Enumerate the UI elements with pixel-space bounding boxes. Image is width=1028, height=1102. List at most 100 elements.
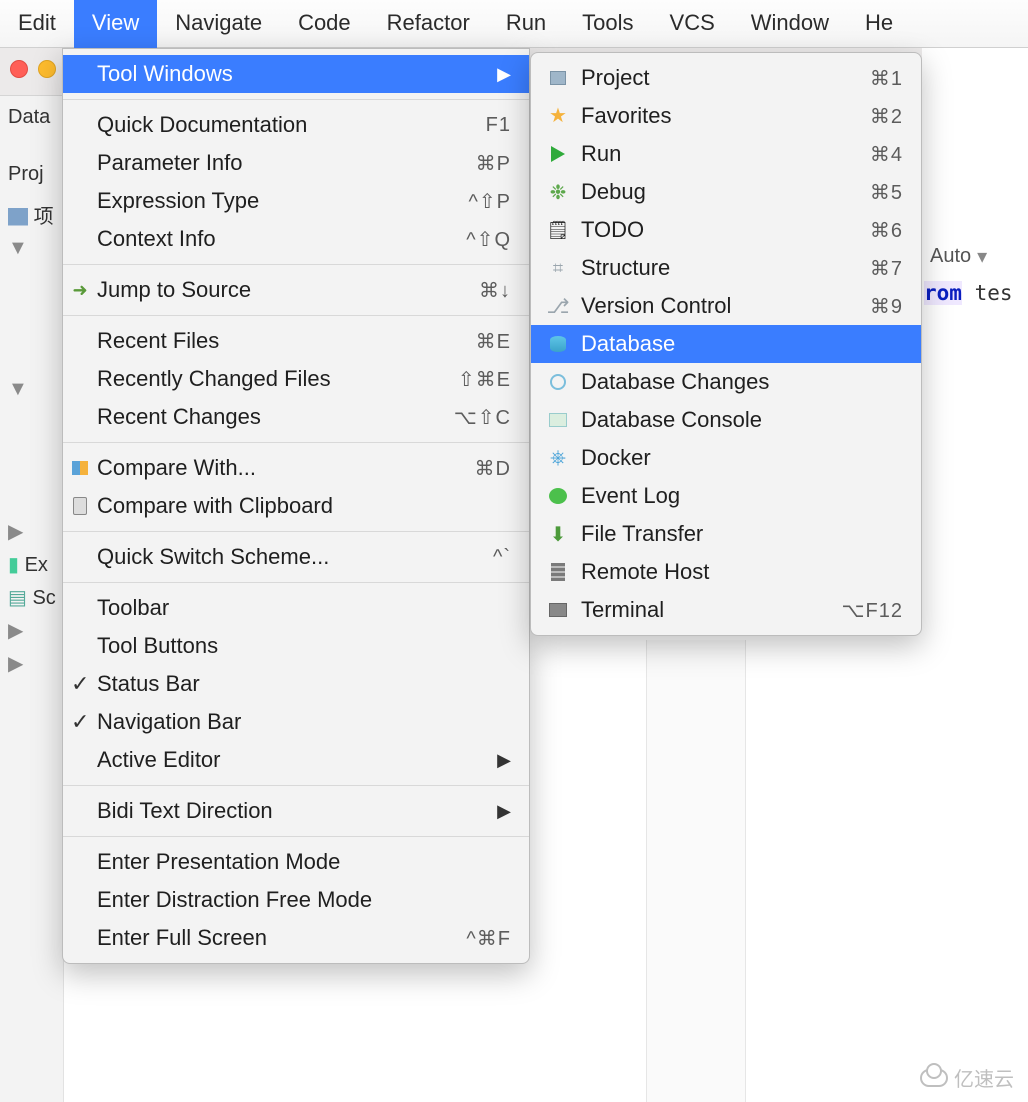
menuitem-status-bar[interactable]: ✓ Status Bar bbox=[63, 665, 529, 703]
project-sidebar: Data Proj ▇ 项 ▼ ▼ ▶ ▮ Ex ▤ Sc ▶ ▶ bbox=[0, 96, 64, 1102]
tree-item[interactable]: ▶ bbox=[0, 515, 63, 548]
menuitem-label: Enter Presentation Mode bbox=[97, 849, 511, 875]
docker-icon: ⎈ bbox=[547, 447, 569, 469]
submenu-debug[interactable]: ❉ Debug ⌘5 bbox=[531, 173, 921, 211]
menuitem-navigation-bar[interactable]: ✓ Navigation Bar bbox=[63, 703, 529, 741]
submenu-version-control[interactable]: ⎇ Version Control ⌘9 bbox=[531, 287, 921, 325]
tree-item[interactable]: ▶ bbox=[0, 647, 63, 680]
menuitem-enter-distraction-free-mode[interactable]: Enter Distraction Free Mode bbox=[63, 881, 529, 919]
menuitem-tool-buttons[interactable]: Tool Buttons bbox=[63, 627, 529, 665]
menu-code[interactable]: Code bbox=[280, 0, 369, 48]
menu-help[interactable]: He bbox=[847, 0, 911, 48]
clipboard-icon bbox=[69, 495, 91, 517]
schema-auto-label: Auto bbox=[930, 245, 971, 268]
shortcut: ^⇧Q bbox=[466, 227, 511, 252]
shortcut: ⌘5 bbox=[870, 180, 903, 205]
menu-view[interactable]: View bbox=[74, 0, 157, 48]
menuitem-context-info[interactable]: Context Info ^⇧Q bbox=[63, 220, 529, 258]
shortcut: ⌘6 bbox=[870, 218, 903, 243]
shortcut: ⌘D bbox=[475, 456, 511, 481]
menuitem-parameter-info[interactable]: Parameter Info ⌘P bbox=[63, 144, 529, 182]
menubar: Edit View Navigate Code Refactor Run Too… bbox=[0, 0, 1028, 48]
menuitem-jump-to-source[interactable]: ➜ Jump to Source ⌘↓ bbox=[63, 271, 529, 309]
event-log-icon bbox=[547, 485, 569, 507]
submenu-structure[interactable]: ⌗ Structure ⌘7 bbox=[531, 249, 921, 287]
minimize-icon[interactable] bbox=[38, 60, 56, 78]
menuitem-label: Database bbox=[581, 331, 903, 357]
submenu-database-console[interactable]: Database Console bbox=[531, 401, 921, 439]
menuitem-label: Quick Documentation bbox=[97, 112, 486, 138]
submenu-favorites[interactable]: ★ Favorites ⌘2 bbox=[531, 97, 921, 135]
menuitem-label: Parameter Info bbox=[97, 150, 476, 176]
menuitem-active-editor[interactable]: Active Editor ▶ bbox=[63, 741, 529, 779]
watermark: 亿速云 bbox=[920, 1063, 1014, 1092]
menuitem-label: Context Info bbox=[97, 226, 466, 252]
menuitem-recent-changes[interactable]: Recent Changes ⌥⇧C bbox=[63, 398, 529, 436]
structure-icon: ⌗ bbox=[547, 257, 569, 279]
shortcut: ^⇧P bbox=[469, 189, 511, 214]
submenu-project[interactable]: Project ⌘1 bbox=[531, 59, 921, 97]
file-transfer-icon: ⬇ bbox=[547, 523, 569, 545]
menuitem-quick-documentation[interactable]: Quick Documentation F1 bbox=[63, 106, 529, 144]
tree-item-label: 项 bbox=[34, 206, 54, 228]
schema-auto-dropdown[interactable]: Auto ▾ bbox=[922, 48, 1028, 273]
submenu-database-changes[interactable]: Database Changes bbox=[531, 363, 921, 401]
tree-item-ex[interactable]: ▮ Ex bbox=[0, 548, 63, 581]
tree-toggle[interactable]: ▼ bbox=[0, 233, 63, 264]
editor-right: Auto ▾ rom tes bbox=[922, 48, 1028, 313]
submenu-docker[interactable]: ⎈ Docker bbox=[531, 439, 921, 477]
todo-icon: 🗒 bbox=[547, 219, 569, 241]
menuitem-enter-full-screen[interactable]: Enter Full Screen ^⌘F bbox=[63, 919, 529, 957]
shortcut: F1 bbox=[486, 114, 511, 137]
database-icon bbox=[547, 333, 569, 355]
menu-separator bbox=[63, 315, 529, 316]
tree-item[interactable]: ▇ 项 bbox=[0, 196, 63, 233]
menuitem-recently-changed-files[interactable]: Recently Changed Files ⇧⌘E bbox=[63, 360, 529, 398]
shortcut: ⌘4 bbox=[870, 142, 903, 167]
sidebar-data-label[interactable]: Data bbox=[0, 102, 63, 133]
menu-navigate[interactable]: Navigate bbox=[157, 0, 280, 48]
editor-code-fragment: rom tes bbox=[922, 273, 1028, 313]
menu-refactor[interactable]: Refactor bbox=[369, 0, 488, 48]
menuitem-toolbar[interactable]: Toolbar bbox=[63, 589, 529, 627]
submenu-run[interactable]: Run ⌘4 bbox=[531, 135, 921, 173]
tree-item-sc[interactable]: ▤ Sc bbox=[0, 581, 63, 614]
menu-separator bbox=[63, 836, 529, 837]
menuitem-compare-clipboard[interactable]: Compare with Clipboard bbox=[63, 487, 529, 525]
shortcut: ⌘1 bbox=[870, 66, 903, 91]
menuitem-recent-files[interactable]: Recent Files ⌘E bbox=[63, 322, 529, 360]
compare-icon bbox=[69, 457, 91, 479]
menu-run[interactable]: Run bbox=[488, 0, 564, 48]
menuitem-label: Recently Changed Files bbox=[97, 366, 458, 392]
menu-window[interactable]: Window bbox=[733, 0, 847, 48]
submenu-database[interactable]: Database bbox=[531, 325, 921, 363]
menuitem-compare-with[interactable]: Compare With... ⌘D bbox=[63, 449, 529, 487]
menuitem-label: File Transfer bbox=[581, 521, 903, 547]
submenu-terminal[interactable]: Terminal ⌥F12 bbox=[531, 591, 921, 629]
menuitem-label: Database Changes bbox=[581, 369, 903, 395]
close-icon[interactable] bbox=[10, 60, 28, 78]
menuitem-bidi-text-direction[interactable]: Bidi Text Direction ▶ bbox=[63, 792, 529, 830]
menuitem-label: Navigation Bar bbox=[97, 709, 511, 735]
menu-edit[interactable]: Edit bbox=[0, 0, 74, 48]
menu-vcs[interactable]: VCS bbox=[652, 0, 733, 48]
tree-item[interactable]: ▶ bbox=[0, 614, 63, 647]
submenu-remote-host[interactable]: Remote Host bbox=[531, 553, 921, 591]
tree-toggle[interactable]: ▼ bbox=[0, 374, 63, 405]
menu-separator bbox=[63, 264, 529, 265]
menuitem-quick-switch-scheme[interactable]: Quick Switch Scheme... ^` bbox=[63, 538, 529, 576]
menuitem-tool-windows[interactable]: Tool Windows ▶ bbox=[63, 55, 529, 93]
menuitem-label: TODO bbox=[581, 217, 870, 243]
submenu-event-log[interactable]: Event Log bbox=[531, 477, 921, 515]
shortcut: ⌥⇧C bbox=[454, 405, 511, 430]
menuitem-label: Recent Files bbox=[97, 328, 476, 354]
submenu-file-transfer[interactable]: ⬇ File Transfer bbox=[531, 515, 921, 553]
menuitem-expression-type[interactable]: Expression Type ^⇧P bbox=[63, 182, 529, 220]
menu-separator bbox=[63, 531, 529, 532]
menuitem-enter-presentation-mode[interactable]: Enter Presentation Mode bbox=[63, 843, 529, 881]
submenu-todo[interactable]: 🗒 TODO ⌘6 bbox=[531, 211, 921, 249]
menu-tools[interactable]: Tools bbox=[564, 0, 651, 48]
sidebar-project-label[interactable]: Proj bbox=[0, 159, 63, 190]
tree-item-label: Sc bbox=[32, 587, 55, 609]
menuitem-label: Favorites bbox=[581, 103, 870, 129]
